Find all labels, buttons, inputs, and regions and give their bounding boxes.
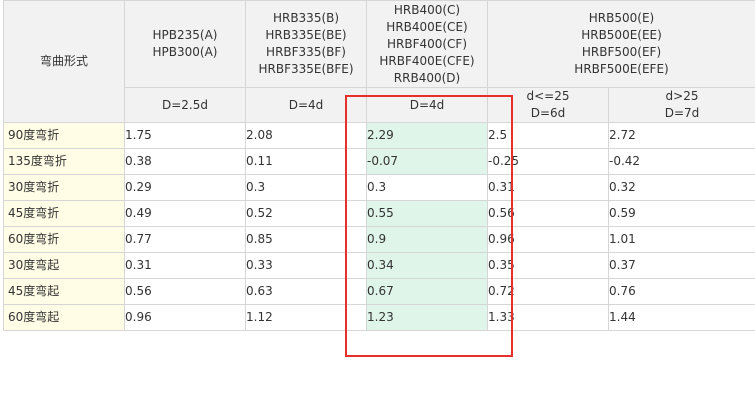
header-line: d>25 — [665, 89, 699, 103]
value-cell[interactable]: 0.11 — [245, 148, 367, 175]
row-label-cell[interactable]: 30度弯折 — [3, 174, 125, 201]
value-cell[interactable]: 1.33 — [487, 304, 609, 331]
table-row[interactable]: 30度弯起 0.31 0.33 0.34 0.35 0.37 — [3, 252, 755, 279]
header-diameter[interactable]: D=2.5d — [124, 87, 246, 123]
header-line: HRBF500(EF) — [581, 45, 662, 59]
value-cell[interactable]: 2.29 — [366, 122, 488, 149]
table-row[interactable]: 135度弯折 0.38 0.11 -0.07 -0.25 -0.42 — [3, 148, 755, 175]
header-grade-group[interactable]: HRB500(E) HRB500E(EE) HRBF500(EF) HRBF500E(… — [486, 0, 755, 88]
value-cell[interactable]: 0.37 — [607, 252, 755, 279]
value-cell[interactable]: 0.96 — [124, 304, 246, 331]
table-row[interactable]: 30度弯折 0.29 0.3 0.3 0.31 0.32 — [3, 174, 755, 201]
row-label-cell[interactable]: 45度弯起 — [3, 278, 125, 305]
header-line: HRB335E(BE) — [265, 28, 347, 42]
row-label-cell[interactable]: 60度弯折 — [3, 226, 125, 253]
value-cell[interactable]: -0.42 — [607, 148, 755, 175]
header-line: HRBF400E(CFE) — [379, 53, 475, 68]
value-cell[interactable]: 0.33 — [245, 252, 367, 279]
header-grade-group[interactable]: HRB400(C) HRB400E(CE) HRBF400(CF) HRBF400E(… — [366, 0, 488, 88]
header-line: HRBF500E(EFE) — [574, 62, 669, 76]
bend-deduction-table: 弯曲形式 HPB235(A) HPB300(A) HRB335(B) HRB335E… — [3, 0, 755, 331]
value-cell[interactable]: 0.67 — [366, 278, 488, 305]
header-line: HPB235(A) — [152, 28, 218, 42]
header-line: RRB400(D) — [393, 70, 461, 85]
value-cell[interactable]: 0.31 — [124, 252, 246, 279]
header-line: HRBF400(CF) — [386, 36, 468, 51]
header-grade-group[interactable]: HRB335(B) HRB335E(BE) HRBF335(BF) HRBF335E(… — [245, 0, 367, 88]
table-row[interactable]: 90度弯折 1.75 2.08 2.29 2.5 2.72 — [3, 122, 755, 149]
value-cell[interactable]: 0.56 — [487, 200, 609, 227]
header-diameter[interactable]: d>25 D=7d — [607, 87, 755, 123]
header-line: HRB335(B) — [272, 11, 340, 25]
table-row[interactable]: 45度弯折 0.49 0.52 0.55 0.56 0.59 — [3, 200, 755, 227]
value-cell[interactable]: 0.85 — [245, 226, 367, 253]
row-label-cell[interactable]: 90度弯折 — [3, 122, 125, 149]
header-line: HPB300(A) — [152, 45, 218, 59]
header-line: d<=25 — [526, 89, 570, 103]
header-diameter[interactable]: D=4d — [366, 87, 488, 123]
value-cell[interactable]: 0.77 — [124, 226, 246, 253]
value-cell[interactable]: 2.72 — [607, 122, 755, 149]
value-cell[interactable]: 0.59 — [607, 200, 755, 227]
table-row[interactable]: 45度弯起 0.56 0.63 0.67 0.72 0.76 — [3, 278, 755, 305]
table-row[interactable]: 60度弯折 0.77 0.85 0.9 0.96 1.01 — [3, 226, 755, 253]
header-diameter[interactable]: D=4d — [245, 87, 367, 123]
value-cell[interactable]: 1.44 — [607, 304, 755, 331]
header-line: D=4d — [409, 97, 445, 112]
table-row[interactable]: 60度弯起 0.96 1.12 1.23 1.33 1.44 — [3, 304, 755, 331]
header-diameter[interactable]: d<=25 D=6d — [487, 87, 609, 123]
value-cell[interactable]: 0.34 — [366, 252, 488, 279]
value-cell[interactable]: 0.76 — [607, 278, 755, 305]
row-label-cell[interactable]: 30度弯起 — [3, 252, 125, 279]
value-cell[interactable]: -0.25 — [487, 148, 609, 175]
value-cell[interactable]: 1.23 — [366, 304, 488, 331]
header-line: D=7d — [664, 106, 700, 120]
value-cell[interactable]: 0.9 — [366, 226, 488, 253]
header-line: HRB400E(CE) — [386, 19, 468, 34]
value-cell[interactable]: 1.75 — [124, 122, 246, 149]
header-line: HRBF335E(BFE) — [258, 62, 354, 76]
value-cell[interactable]: 0.56 — [124, 278, 246, 305]
header-line: HRB500(E) — [588, 11, 655, 25]
header-grade-group[interactable]: HPB235(A) HPB300(A) — [124, 0, 246, 88]
value-cell[interactable]: 0.3 — [366, 174, 488, 201]
row-label-cell[interactable]: 60度弯起 — [3, 304, 125, 331]
value-cell[interactable]: 0.32 — [607, 174, 755, 201]
value-cell[interactable]: 0.63 — [245, 278, 367, 305]
value-cell[interactable]: 2.08 — [245, 122, 367, 149]
value-cell[interactable]: 0.31 — [487, 174, 609, 201]
header-line: D=6d — [530, 106, 566, 120]
value-cell[interactable]: -0.07 — [366, 148, 488, 175]
row-label-cell[interactable]: 135度弯折 — [3, 148, 125, 175]
header-line: HRBF335(BF) — [266, 45, 346, 59]
value-cell[interactable]: 0.38 — [124, 148, 246, 175]
value-cell[interactable]: 0.55 — [366, 200, 488, 227]
header-row-grade: 弯曲形式 HPB235(A) HPB300(A) HRB335(B) HRB335E… — [3, 0, 755, 123]
value-cell[interactable]: 2.5 — [487, 122, 609, 149]
value-cell[interactable]: 0.3 — [245, 174, 367, 201]
row-label-cell[interactable]: 45度弯折 — [3, 200, 125, 227]
value-cell[interactable]: 1.12 — [245, 304, 367, 331]
header-bend-type[interactable]: 弯曲形式 — [3, 0, 125, 123]
value-cell[interactable]: 0.35 — [487, 252, 609, 279]
value-cell[interactable]: 1.01 — [607, 226, 755, 253]
value-cell[interactable]: 0.29 — [124, 174, 246, 201]
table-view: 弯曲形式 HPB235(A) HPB300(A) HRB335(B) HRB335E… — [0, 0, 755, 413]
value-cell[interactable]: 0.96 — [487, 226, 609, 253]
value-cell[interactable]: 0.72 — [487, 278, 609, 305]
table-body: 90度弯折 1.75 2.08 2.29 2.5 2.72 135度弯折 0.38 0.11 -0… — [3, 122, 755, 331]
value-cell[interactable]: 0.49 — [124, 200, 246, 227]
header-line: HRB400(C) — [393, 2, 461, 17]
header-line: D=2.5d — [162, 97, 208, 112]
header-line: D=4d — [288, 97, 324, 112]
value-cell[interactable]: 0.52 — [245, 200, 367, 227]
header-line: HRB500E(EE) — [581, 28, 662, 42]
